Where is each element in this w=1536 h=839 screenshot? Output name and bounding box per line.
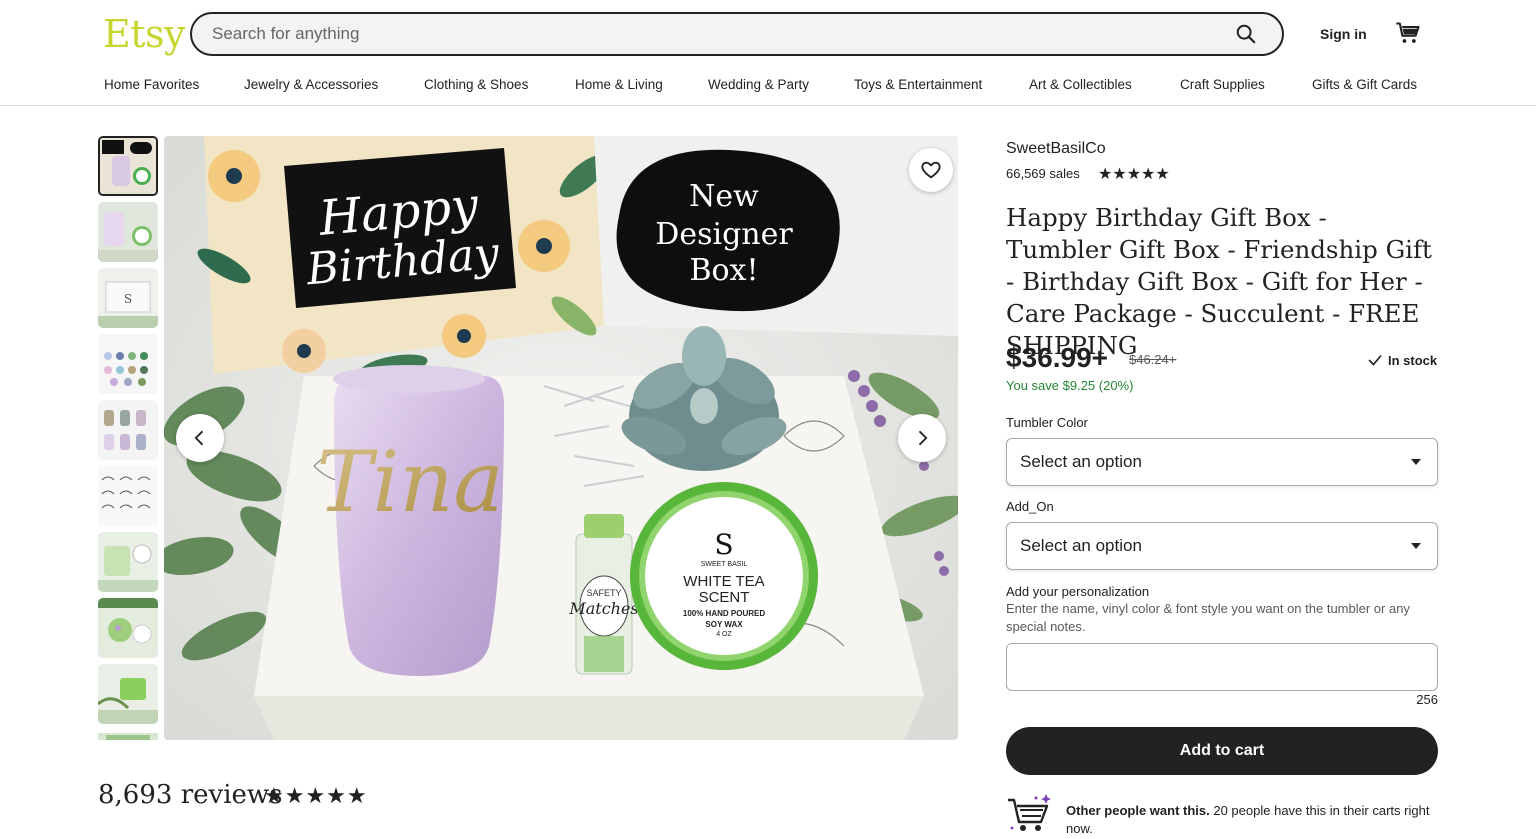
svg-text:WHITE TEA: WHITE TEA xyxy=(683,573,764,590)
personalization-label: Add your personalization xyxy=(1006,584,1150,599)
svg-text:S: S xyxy=(714,528,733,561)
nav-wedding-party[interactable]: Wedding & Party xyxy=(708,77,809,92)
thumbnail-3[interactable]: S xyxy=(98,268,158,328)
cart-sparkle-icon xyxy=(1006,792,1054,834)
thumbnail-5[interactable] xyxy=(98,400,158,460)
svg-text:4 OZ: 4 OZ xyxy=(716,631,732,638)
svg-text:SWEET BASIL: SWEET BASIL xyxy=(701,561,748,568)
search-bar xyxy=(190,12,1284,56)
svg-text:100% HAND POURED: 100% HAND POURED xyxy=(683,609,765,618)
prev-image-button[interactable] xyxy=(176,414,224,462)
svg-text:SAFETY: SAFETY xyxy=(586,588,621,598)
nav-home-favorites[interactable]: Home Favorites xyxy=(104,77,199,92)
svg-text:New: New xyxy=(689,179,759,214)
stock-status: In stock xyxy=(1366,351,1437,369)
thumbnail-6[interactable] xyxy=(98,466,158,526)
sign-in-link[interactable]: Sign in xyxy=(1320,26,1367,42)
svg-text:S: S xyxy=(124,292,132,306)
etsy-logo[interactable]: Etsy xyxy=(103,12,185,56)
price: $36.99+ xyxy=(1006,342,1108,373)
tumbler-color-select[interactable]: Select an option xyxy=(1006,438,1438,486)
thumbnail-10[interactable] xyxy=(98,730,158,740)
tumbler-color-label: Tumbler Color xyxy=(1006,415,1088,430)
nav-toys-entertainment[interactable]: Toys & Entertainment xyxy=(854,77,982,92)
original-price: $46.24+ xyxy=(1129,352,1177,367)
product-title: Happy Birthday Gift Box - Tumbler Gift B… xyxy=(1006,203,1432,360)
nav-craft-supplies[interactable]: Craft Supplies xyxy=(1180,77,1265,92)
sales-count: 66,569 sales xyxy=(1006,166,1080,181)
nav-clothing-shoes[interactable]: Clothing & Shoes xyxy=(424,77,528,92)
nav-home-living[interactable]: Home & Living xyxy=(575,77,663,92)
search-icon xyxy=(1236,24,1256,44)
chevron-left-icon xyxy=(194,430,204,446)
shop-name-link[interactable]: SweetBasilCo xyxy=(1006,140,1106,158)
thumbnail-1[interactable] xyxy=(98,136,158,196)
thumbnail-7[interactable] xyxy=(98,532,158,592)
reviews-stars: ★★★★★ xyxy=(264,783,368,808)
add-on-select[interactable]: Select an option xyxy=(1006,522,1438,570)
svg-text:Tina: Tina xyxy=(316,433,503,531)
thumbnail-8[interactable] xyxy=(98,598,158,658)
personalization-description: Enter the name, vinyl color & font style… xyxy=(1006,601,1410,634)
site-header: Etsy Sign in xyxy=(0,0,1536,72)
thumbnail-4[interactable] xyxy=(98,334,158,394)
svg-text:Box!: Box! xyxy=(689,253,758,288)
svg-text:SCENT: SCENT xyxy=(699,589,750,606)
cart-button[interactable] xyxy=(1394,20,1422,48)
savings-text: You save $9.25 (20%) xyxy=(1006,378,1134,393)
add-on-value: Select an option xyxy=(1020,536,1142,555)
heart-icon xyxy=(921,161,941,179)
nav-jewelry-accessories[interactable]: Jewelry & Accessories xyxy=(244,77,378,92)
svg-text:Matches: Matches xyxy=(568,599,638,618)
favorite-button[interactable] xyxy=(909,148,953,192)
category-nav: Home Favorites Jewelry & Accessories Clo… xyxy=(0,72,1536,106)
checkmark-icon xyxy=(1368,354,1382,366)
svg-text:Designer: Designer xyxy=(655,217,793,252)
stock-label: In stock xyxy=(1388,352,1438,368)
chevron-right-icon xyxy=(918,430,928,446)
search-input[interactable] xyxy=(210,23,1224,45)
character-counter: 256 xyxy=(1416,692,1438,707)
shop-rating-stars[interactable]: ★★★★★ xyxy=(1098,164,1170,184)
caret-down-icon xyxy=(1411,459,1421,465)
cart-icon xyxy=(1396,22,1420,43)
add-to-cart-button[interactable]: Add to cart xyxy=(1006,727,1438,775)
reviews-count: 8,693 reviews xyxy=(98,780,283,810)
caret-down-icon xyxy=(1411,543,1421,549)
next-image-button[interactable] xyxy=(898,414,946,462)
nav-gifts-gift-cards[interactable]: Gifts & Gift Cards xyxy=(1312,77,1417,92)
personalization-input[interactable] xyxy=(1006,643,1438,691)
thumbnail-9[interactable] xyxy=(98,664,158,724)
svg-text:SOY WAX: SOY WAX xyxy=(705,620,743,629)
main-product-image[interactable]: Happy Birthday New Designer Box! Tina SA… xyxy=(164,136,958,740)
search-button[interactable] xyxy=(1224,14,1268,54)
thumbnail-2[interactable] xyxy=(98,202,158,262)
tumbler-color-value: Select an option xyxy=(1020,452,1142,471)
add-on-label: Add_On xyxy=(1006,499,1054,514)
nav-art-collectibles[interactable]: Art & Collectibles xyxy=(1029,77,1132,92)
social-proof-text: Other people want this. 20 people have t… xyxy=(1066,802,1438,838)
social-proof-bold: Other people want this. xyxy=(1066,803,1210,818)
